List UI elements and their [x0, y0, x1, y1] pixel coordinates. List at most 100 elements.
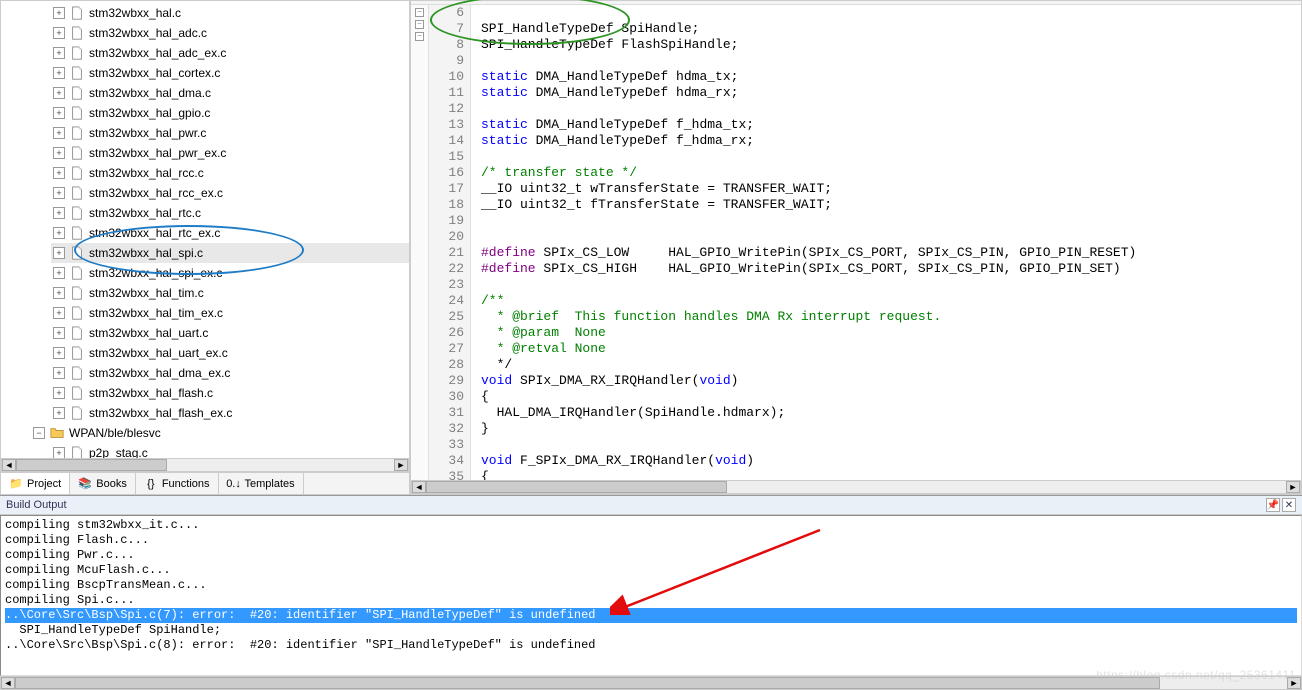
tab-books[interactable]: 📚 Books — [70, 473, 136, 494]
code-line[interactable]: * @param None — [481, 325, 1301, 341]
code-line[interactable]: #define SPIx_CS_LOW HAL_GPIO_WritePin(SP… — [481, 245, 1301, 261]
tree-file[interactable]: +stm32wbxx_hal_flash_ex.c — [51, 403, 409, 423]
code-line[interactable]: static DMA_HandleTypeDef f_hdma_rx; — [481, 133, 1301, 149]
expand-icon[interactable]: + — [53, 287, 65, 299]
output-line[interactable]: ..\Core\Src\Bsp\Spi.c(7): error: #20: id… — [5, 608, 1297, 623]
tree-hscroll[interactable]: ◄ ► — [1, 458, 409, 472]
code-line[interactable] — [481, 53, 1301, 69]
scroll-thumb[interactable] — [15, 677, 1160, 689]
code-line[interactable]: void SPIx_DMA_RX_IRQHandler(void) — [481, 373, 1301, 389]
tree-file[interactable]: +stm32wbxx_hal_adc.c — [51, 23, 409, 43]
code-line[interactable]: { — [481, 469, 1301, 480]
code-line[interactable]: void F_SPIx_DMA_RX_IRQHandler(void) — [481, 453, 1301, 469]
fold-gutter[interactable]: −−− — [411, 5, 429, 480]
code-line[interactable]: */ — [481, 357, 1301, 373]
scroll-thumb[interactable] — [16, 459, 167, 471]
code-line[interactable]: { — [481, 389, 1301, 405]
scroll-right-icon[interactable]: ► — [394, 459, 408, 471]
tree-file[interactable]: +stm32wbxx_hal_rtc.c — [51, 203, 409, 223]
output-line[interactable]: compiling BscpTransMean.c... — [5, 578, 1297, 593]
output-line[interactable]: SPI_HandleTypeDef SpiHandle; — [5, 623, 1297, 638]
pin-icon[interactable]: 📌 — [1266, 498, 1280, 512]
tab-functions[interactable]: {} Functions — [136, 473, 219, 494]
code-line[interactable] — [481, 101, 1301, 117]
close-icon[interactable]: ✕ — [1282, 498, 1296, 512]
expand-icon[interactable]: + — [53, 147, 65, 159]
expand-icon[interactable]: + — [53, 7, 65, 19]
code-line[interactable]: __IO uint32_t fTransferState = TRANSFER_… — [481, 197, 1301, 213]
tree-file[interactable]: +stm32wbxx_hal_dma.c — [51, 83, 409, 103]
tree-file[interactable]: +stm32wbxx_hal_gpio.c — [51, 103, 409, 123]
tree-file[interactable]: +stm32wbxx_hal_pwr_ex.c — [51, 143, 409, 163]
tree-file[interactable]: +stm32wbxx_hal_adc_ex.c — [51, 43, 409, 63]
tree-file[interactable]: +stm32wbxx_hal_tim_ex.c — [51, 303, 409, 323]
expand-icon[interactable]: + — [53, 247, 65, 259]
code-line[interactable] — [481, 213, 1301, 229]
build-output-header[interactable]: Build Output 📌 ✕ — [0, 496, 1302, 515]
expand-icon[interactable]: + — [53, 167, 65, 179]
tree-file[interactable]: +stm32wbxx_hal_uart.c — [51, 323, 409, 343]
code-line[interactable]: } — [481, 421, 1301, 437]
expand-icon[interactable]: + — [53, 407, 65, 419]
code-line[interactable]: static DMA_HandleTypeDef f_hdma_tx; — [481, 117, 1301, 133]
output-line[interactable]: compiling Pwr.c... — [5, 548, 1297, 563]
project-tree[interactable]: +stm32wbxx_hal.c+stm32wbxx_hal_adc.c+stm… — [1, 1, 409, 458]
scroll-right-icon[interactable]: ► — [1286, 481, 1300, 493]
code-line[interactable]: static DMA_HandleTypeDef hdma_tx; — [481, 69, 1301, 85]
code-line[interactable] — [481, 5, 1301, 21]
code-line[interactable] — [481, 149, 1301, 165]
scroll-thumb[interactable] — [426, 481, 727, 493]
expand-icon[interactable]: + — [53, 327, 65, 339]
tree-file[interactable]: +stm32wbxx_hal_rcc.c — [51, 163, 409, 183]
tree-file[interactable]: +stm32wbxx_hal_uart_ex.c — [51, 343, 409, 363]
tree-file[interactable]: +stm32wbxx_hal_rtc_ex.c — [51, 223, 409, 243]
expand-icon[interactable]: + — [53, 187, 65, 199]
code-lines[interactable]: SPI_HandleTypeDef SpiHandle;SPI_HandleTy… — [471, 5, 1301, 480]
expand-icon[interactable]: + — [53, 107, 65, 119]
code-line[interactable]: static DMA_HandleTypeDef hdma_rx; — [481, 85, 1301, 101]
output-line[interactable]: compiling McuFlash.c... — [5, 563, 1297, 578]
collapse-icon[interactable]: − — [33, 427, 45, 439]
code-line[interactable]: __IO uint32_t wTransferState = TRANSFER_… — [481, 181, 1301, 197]
tree-file[interactable]: +stm32wbxx_hal_rcc_ex.c — [51, 183, 409, 203]
expand-icon[interactable]: + — [53, 67, 65, 79]
code-line[interactable]: #define SPIx_CS_HIGH HAL_GPIO_WritePin(S… — [481, 261, 1301, 277]
scroll-left-icon[interactable]: ◄ — [412, 481, 426, 493]
code-line[interactable]: /** — [481, 293, 1301, 309]
tree-file[interactable]: +stm32wbxx_hal_cortex.c — [51, 63, 409, 83]
tree-file[interactable]: +stm32wbxx_hal.c — [51, 3, 409, 23]
code-area[interactable]: −−− 678910111213141516171819202122232425… — [411, 5, 1301, 480]
tree-file[interactable]: +stm32wbxx_hal_spi_ex.c — [51, 263, 409, 283]
expand-icon[interactable]: + — [53, 227, 65, 239]
tree-file[interactable]: +stm32wbxx_hal_dma_ex.c — [51, 363, 409, 383]
output-line[interactable]: compiling Spi.c... — [5, 593, 1297, 608]
expand-icon[interactable]: + — [53, 27, 65, 39]
output-line[interactable]: compiling stm32wbxx_it.c... — [5, 518, 1297, 533]
code-line[interactable]: * @brief This function handles DMA Rx in… — [481, 309, 1301, 325]
editor-hscroll[interactable]: ◄ ► — [411, 480, 1301, 494]
expand-icon[interactable]: + — [53, 387, 65, 399]
scroll-left-icon[interactable]: ◄ — [2, 459, 16, 471]
expand-icon[interactable]: + — [53, 47, 65, 59]
expand-icon[interactable]: + — [53, 207, 65, 219]
code-line[interactable] — [481, 277, 1301, 293]
expand-icon[interactable]: + — [53, 347, 65, 359]
scroll-track[interactable] — [16, 459, 394, 471]
code-line[interactable]: HAL_DMA_IRQHandler(SpiHandle.hdmarx); — [481, 405, 1301, 421]
scroll-track[interactable] — [426, 481, 1286, 493]
code-line[interactable]: * @retval None — [481, 341, 1301, 357]
expand-icon[interactable]: + — [53, 307, 65, 319]
expand-icon[interactable]: + — [53, 87, 65, 99]
expand-icon[interactable]: + — [53, 267, 65, 279]
expand-icon[interactable]: + — [53, 447, 65, 458]
output-line[interactable]: compiling Flash.c... — [5, 533, 1297, 548]
tree-file[interactable]: +stm32wbxx_hal_spi.c — [51, 243, 409, 263]
expand-icon[interactable]: + — [53, 127, 65, 139]
scroll-left-icon[interactable]: ◄ — [1, 677, 15, 689]
tab-project[interactable]: 📁 Project — [1, 473, 70, 494]
tree-folder[interactable]: −WPAN/ble/blesvc — [31, 423, 409, 443]
tab-templates[interactable]: 0.↓ Templates — [219, 473, 304, 494]
code-line[interactable] — [481, 229, 1301, 245]
tree-file[interactable]: +stm32wbxx_hal_flash.c — [51, 383, 409, 403]
output-line[interactable]: ..\Core\Src\Bsp\Spi.c(8): error: #20: id… — [5, 638, 1297, 653]
